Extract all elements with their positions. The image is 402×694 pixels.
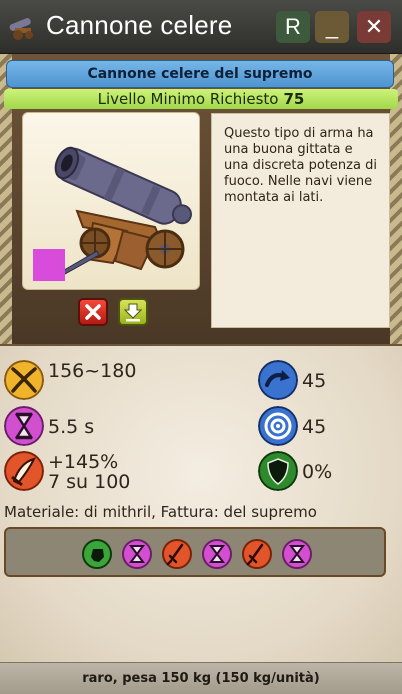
level-value: 75: [283, 90, 305, 108]
store-button[interactable]: [118, 298, 148, 326]
discard-button[interactable]: [78, 298, 108, 326]
critical-sword-icon: [4, 451, 44, 491]
red-sword-icon[interactable]: [242, 539, 272, 569]
item-description: Questo tipo di arma ha una buona gittata…: [211, 113, 390, 328]
enchantment-slots: [4, 527, 386, 577]
hourglass-icon[interactable]: [122, 539, 152, 569]
hourglass-icon[interactable]: [202, 539, 232, 569]
material-text: Materiale: di mithril, Fattura: del supr…: [4, 503, 317, 521]
reload-arrow-icon: [258, 360, 298, 400]
down-arrow-icon: [123, 303, 143, 322]
critical-count-value: 7 su 100: [48, 471, 131, 493]
green-fist-icon[interactable]: [82, 539, 112, 569]
hourglass-icon[interactable]: [282, 539, 312, 569]
reload-value: 45: [302, 370, 327, 392]
quality-indicator: [33, 249, 65, 281]
defense-value: 0%: [302, 461, 333, 483]
level-requirement-bar: Livello Minimo Richiesto 75: [4, 89, 398, 109]
accuracy-value: 45: [302, 416, 327, 438]
crossed-swords-icon: [4, 360, 44, 400]
cancel-x-icon: [85, 304, 101, 320]
hourglass-icon: [4, 406, 44, 446]
damage-value: 156~180: [48, 360, 137, 382]
close-button[interactable]: ✕: [357, 11, 391, 43]
level-label: Livello Minimo Richiesto: [97, 90, 279, 108]
attack-speed-value: 5.5 s: [48, 416, 95, 438]
critical-percent-value: +145%: [48, 451, 119, 473]
window-title: Cannone celere: [46, 10, 233, 40]
item-footer: raro, pesa 150 kg (150 kg/unità): [0, 662, 402, 694]
title-bar: Cannone celere R _ ✕: [0, 0, 402, 54]
shield-icon: [258, 451, 298, 491]
target-accuracy-icon: [258, 406, 298, 446]
item-image-frame: [22, 112, 200, 290]
cannon-icon: [9, 18, 33, 40]
item-name-bar: Cannone celere del supremo: [6, 60, 394, 88]
minimize-button[interactable]: _: [315, 11, 349, 43]
r-button[interactable]: R: [276, 11, 310, 43]
red-sword-icon[interactable]: [162, 539, 192, 569]
